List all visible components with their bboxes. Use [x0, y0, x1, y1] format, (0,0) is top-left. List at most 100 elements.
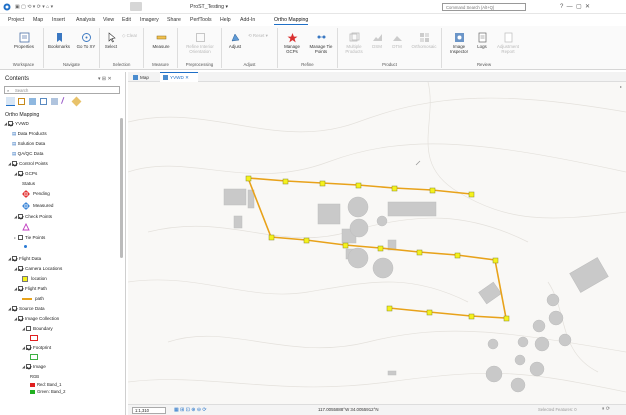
list-by-selection-icon[interactable]: [29, 98, 36, 105]
adjust-icon: [231, 33, 239, 42]
multiple-products-button[interactable]: Multiple Products: [340, 32, 368, 54]
window-controls[interactable]: ? — ▢ ✕: [560, 3, 590, 10]
goto-xy-button[interactable]: Go To XY: [74, 32, 98, 49]
clear-button[interactable]: ◇ Clear: [122, 33, 142, 39]
checkbox[interactable]: [18, 286, 23, 292]
checkbox[interactable]: [18, 171, 23, 177]
menu-ortho-mapping[interactable]: Ortho Mapping: [274, 17, 309, 25]
orthomosaic-label: Orthomosaic: [411, 44, 437, 49]
scale-selector[interactable]: 1:1,310: [132, 407, 166, 414]
properties-button[interactable]: Properties: [8, 32, 40, 49]
tree-item-qaqc-data[interactable]: ▤ QA/QC Data: [12, 151, 43, 157]
manage-tie-points-button[interactable]: Manage Tie Points: [306, 32, 336, 54]
menu-imagery[interactable]: Imagery: [140, 17, 159, 23]
menu-addin[interactable]: Add-In: [240, 17, 255, 23]
contents-search-input[interactable]: ⌕ Search: [4, 86, 120, 94]
list-by-labeling-icon[interactable]: [61, 97, 70, 106]
tree-label: QA/QC Data: [17, 151, 44, 156]
list-by-snapping-icon[interactable]: [51, 98, 58, 105]
menu-map[interactable]: Map: [33, 17, 43, 23]
tree-item-image[interactable]: ◢ Image: [22, 364, 46, 370]
pause-refresh-icon[interactable]: ⏸ ⟳: [602, 406, 610, 412]
tree-item-camera-locations[interactable]: ◢ Camera Locations: [14, 266, 63, 272]
map-scroll-icon[interactable]: ▸: [620, 84, 624, 89]
tree-item-check-points[interactable]: ◢ Check Points: [14, 214, 52, 220]
checkbox[interactable]: [18, 214, 23, 220]
tree-label: Camera Locations: [25, 266, 63, 271]
command-search-input[interactable]: Command Search (Alt+Q): [442, 3, 526, 11]
manage-gcps-button[interactable]: Manage GCPs: [280, 32, 304, 54]
contents-scrollbar[interactable]: [120, 118, 123, 258]
list-by-editing-icon[interactable]: [40, 98, 47, 105]
tree-item-gcps[interactable]: ◢ GCPs: [14, 171, 37, 177]
adjustment-report-button[interactable]: Adjustment Report: [492, 32, 524, 54]
tree-item-boundary[interactable]: ◢ Boundary: [22, 326, 53, 332]
legend-path: path: [22, 296, 44, 301]
refine-orientation-icon: [195, 33, 205, 42]
checkbox[interactable]: [12, 161, 17, 167]
adjustment-report-label: Adjustment Report: [497, 44, 519, 54]
tree-item-yvwd[interactable]: ◢ YVWD: [4, 121, 29, 127]
adjust-button[interactable]: Adjust: [224, 32, 246, 49]
dsm-button[interactable]: DSM: [368, 32, 386, 49]
checkbox[interactable]: [18, 316, 23, 322]
dtm-button[interactable]: DTM: [388, 32, 406, 49]
tree-item-control-points[interactable]: ◢ Control Points: [8, 161, 48, 167]
checkbox[interactable]: [26, 364, 31, 370]
checkbox[interactable]: [8, 121, 13, 127]
map-tab-icon: [163, 75, 168, 80]
menu-analysis[interactable]: Analysis: [76, 17, 95, 23]
menu-share[interactable]: Share: [167, 17, 181, 23]
bookmarks-button[interactable]: Bookmarks: [46, 32, 72, 49]
menu-view[interactable]: View: [103, 17, 114, 23]
tree-label: path: [35, 296, 44, 301]
tab-yvwd[interactable]: YVWD ✕: [160, 72, 198, 82]
checkbox[interactable]: [12, 256, 17, 262]
menu-perftools[interactable]: PerfTools: [190, 17, 212, 23]
list-by-source-icon[interactable]: [18, 98, 25, 105]
checkbox[interactable]: [26, 326, 31, 332]
close-tab-icon[interactable]: ✕: [185, 75, 189, 80]
menu-help[interactable]: Help: [220, 17, 231, 23]
checkbox[interactable]: [18, 235, 23, 241]
ortho-mapping-heading: Ortho Mapping: [5, 112, 40, 118]
tree-item-data-products[interactable]: ▤ Data Products: [12, 131, 47, 137]
list-by-charts-icon[interactable]: [71, 96, 82, 107]
reset-button[interactable]: ⟲ Reset ▾: [248, 33, 276, 39]
list-by-drawing-order-icon[interactable]: [6, 97, 15, 106]
status-bar: 1:1,310 ▦ ⊞ ⊡ ⊕ ⊖ ⟳ 117.0055888°W 34.005…: [128, 404, 626, 415]
menu-project[interactable]: Project: [8, 17, 24, 23]
tree-item-flight-path[interactable]: ◢ Flight Path: [14, 286, 47, 292]
refine-interior-orientation-button[interactable]: Refine Interior Orientation: [180, 32, 220, 54]
tree-item-source-data[interactable]: ◢ Source Data: [8, 306, 45, 312]
orthomosaic-button[interactable]: Orthomosaic: [408, 32, 440, 49]
project-name[interactable]: ProST_Testing ▾: [190, 4, 228, 10]
checkbox[interactable]: [18, 266, 23, 272]
select-button[interactable]: Select: [102, 32, 120, 49]
map-canvas[interactable]: [128, 82, 626, 404]
tree-item-footprint[interactable]: ◢ Footprint: [22, 345, 51, 351]
arcgis-pro-logo-icon: [3, 3, 11, 11]
tree-item-tie-points[interactable]: ▹ Tie Points: [14, 235, 45, 241]
qat-icons[interactable]: ▣ ▢ ⟲ ▾ ⟳ ▾ ⌂ ▾: [15, 4, 53, 10]
image-inspector-button[interactable]: Image Inspector: [446, 32, 472, 54]
qat-selected-icon[interactable]: [130, 2, 142, 11]
tab-map[interactable]: Map: [130, 73, 154, 82]
title-bar: ▣ ▢ ⟲ ▾ ⟳ ▾ ⌂ ▾ ProST_Testing ▾ Command …: [0, 0, 626, 14]
checkbox[interactable]: [26, 345, 31, 351]
menu-edit[interactable]: Edit: [122, 17, 131, 23]
checkbox[interactable]: [12, 306, 17, 312]
map-tab-icon: [133, 75, 138, 80]
measure-button[interactable]: Measure: [147, 32, 175, 49]
map-view-controls-icon[interactable]: ▦ ⊞ ⊡ ⊕ ⊖ ⟳: [174, 407, 207, 413]
logs-button[interactable]: Logs: [474, 32, 490, 49]
tree-item-flight-data[interactable]: ◢ Flight Data: [8, 256, 41, 262]
tree-item-image-collection[interactable]: ◢ Image Collection: [14, 316, 59, 322]
tree-item-solution-data[interactable]: ▤ Solution Data: [12, 141, 45, 147]
checkpoint-triangle-icon: [22, 223, 30, 231]
menu-insert[interactable]: Insert: [52, 17, 65, 23]
tree-label: Green: Band_2: [37, 389, 66, 394]
dsm-label: DSM: [372, 44, 382, 49]
pane-controls-icon[interactable]: ▾ ⊞ ✕: [98, 76, 112, 82]
group-label-review: Review: [476, 62, 492, 67]
